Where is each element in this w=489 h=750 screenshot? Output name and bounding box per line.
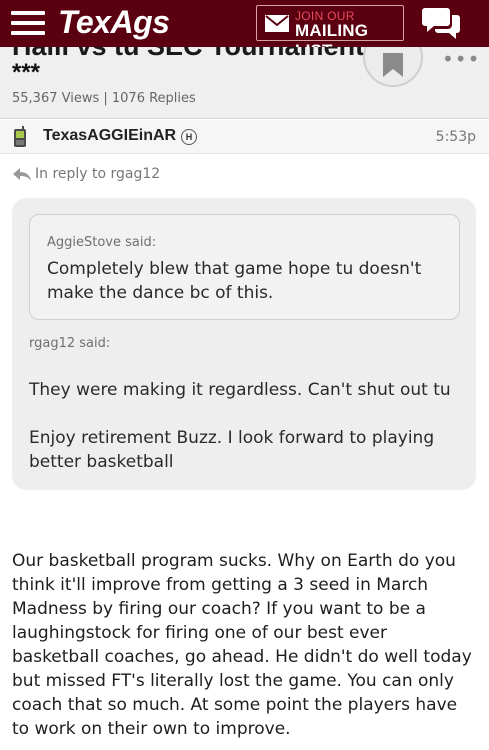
quote-text-line-1: They were making it regardless. Can't sh…: [29, 380, 451, 400]
bookmark-icon: [383, 53, 403, 77]
post-header: TexasAGGIEinAR H 5:53p: [0, 120, 489, 154]
chat-bubbles-icon[interactable]: [422, 4, 462, 42]
quote-author: rgag12 said:: [29, 336, 111, 351]
post-body: Our basketball program sucks. Why on Ear…: [12, 551, 472, 739]
post-timestamp: 5:53p: [435, 129, 476, 145]
thread-stats: 55,367 Views | 1076 Replies: [12, 91, 196, 106]
envelope-icon: [265, 15, 289, 32]
nested-quote: AggieStove said: Completely blew that ga…: [29, 214, 460, 320]
nested-quote-text: Completely blew that game hope tu doesn'…: [47, 259, 422, 303]
quote-text-line-2: Enjoy retirement Buzz. I look forward to…: [29, 428, 435, 472]
top-app-bar: TexAgs JOIN OUR MAILING LIST: [0, 0, 489, 60]
thread-header: Halli vs tu SEC Tournament *** 55,367 Vi…: [0, 47, 489, 119]
post-username[interactable]: TexasAGGIEinAR: [43, 127, 176, 145]
phone-icon: [14, 126, 26, 147]
more-icon[interactable]: •••: [442, 47, 480, 71]
reply-arrow-icon: [13, 168, 31, 181]
thread-title[interactable]: Halli vs tu SEC Tournament: [12, 47, 364, 62]
user-badge: H: [181, 129, 197, 145]
bookmark-button[interactable]: [363, 47, 423, 87]
hamburger-menu-icon[interactable]: [11, 9, 45, 37]
quote-block: AggieStove said: Completely blew that ga…: [12, 198, 476, 490]
mailing-list-button[interactable]: JOIN OUR MAILING LIST: [256, 5, 404, 60]
site-logo[interactable]: TexAgs: [58, 4, 170, 41]
in-reply-to-label: In reply to rgag12: [35, 166, 161, 182]
thread-title-stars: ***: [12, 59, 41, 86]
nested-quote-author: AggieStove said:: [47, 235, 157, 250]
